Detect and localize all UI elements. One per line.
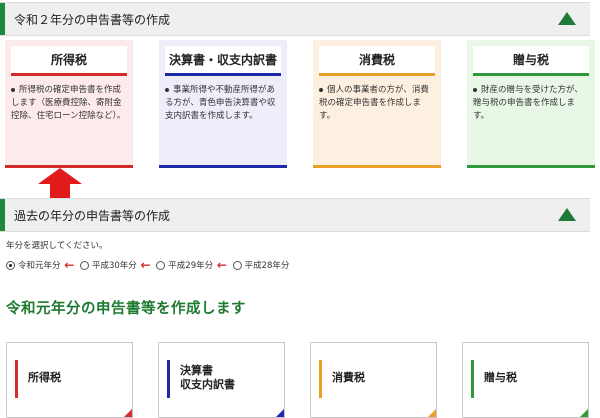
income-tax-form-button[interactable]: 所得税 [6,342,133,418]
gift-card-label: 贈与税 [473,46,589,76]
consumption-tax-form-button[interactable]: 消費税 [310,342,437,418]
current-year-section-title: 令和２年分の申告書等の作成 [14,13,171,27]
left-arrow-icon: ← [140,258,151,272]
year-radio-group: 令和元年分 ← 平成30年分 ← 平成29年分 ← 平成28年分 [6,258,289,272]
up-arrow-icon [38,168,82,198]
gift-tax-form-button[interactable]: 贈与税 [462,342,589,418]
settlement-form-button[interactable]: 決算書 収支内訳書 [158,342,285,418]
color-bar [471,360,474,398]
create-forms-heading: 令和元年分の申告書等を作成します [6,301,246,317]
triangle-up-icon[interactable] [558,208,576,221]
card-bottom-bar [313,165,441,168]
bullet-icon [11,87,15,92]
settlement-form-label: 決算書 収支内訳書 [180,364,235,392]
left-arrow-icon: ← [216,258,227,272]
radio-button-selected[interactable] [6,261,15,270]
radio-option-heisei30[interactable]: 平成30年分 [79,259,137,271]
bullet-icon [165,87,169,92]
income-tax-card[interactable]: 所得税 所得税の確定申告書を作成します（医療費控除、寄附金控除、住宅ローン控除な… [5,40,133,168]
radio-button[interactable] [156,261,166,270]
income-tax-card-label: 所得税 [11,46,127,76]
current-year-section-header: 令和２年分の申告書等の作成 [0,2,590,36]
bullet-icon [473,87,477,92]
settlement-form-label-line1: 決算書 [180,364,213,377]
radio-option-heisei29[interactable]: 平成29年分 [156,259,213,271]
settlement-form-label-line2: 収支内訳書 [180,378,235,391]
color-bar [167,360,170,398]
corner-triangle-icon [124,409,132,417]
radio-button[interactable] [232,261,242,270]
gift-card-text: 財産の贈与を受けた方が、贈与税の申告書を作成します。 [473,85,583,121]
header-accent-bar [0,199,5,231]
radio-label: 平成30年分 [91,261,137,271]
card-bottom-bar [467,165,595,168]
past-year-section-header: 過去の年分の申告書等の作成 [0,198,590,232]
color-bar [15,360,18,398]
header-accent-bar [0,3,5,35]
consumption-card-description: 個人の事業者の方が、消費税の確定申告書を作成します。 [319,84,435,123]
gift-tax-form-label: 贈与税 [484,371,517,384]
settlement-card-description: 事業所得や不動産所得がある方が、青色申告決算書や収支内訳書を作成します。 [165,84,281,123]
triangle-up-icon[interactable] [558,12,576,25]
income-tax-form-label: 所得税 [28,371,61,384]
settlement-card-label: 決算書・収支内訳書 [165,46,281,76]
consumption-card-text: 個人の事業者の方が、消費税の確定申告書を作成します。 [319,85,429,121]
bullet-icon [319,87,323,92]
consumption-tax-card[interactable]: 消費税 個人の事業者の方が、消費税の確定申告書を作成します。 [313,40,441,168]
card-bottom-bar [159,165,287,168]
radio-label: 平成29年分 [168,261,214,271]
settlement-card-text: 事業所得や不動産所得がある方が、青色申告決算書や収支内訳書を作成します。 [165,85,276,121]
income-tax-card-text: 所得税の確定申告書を作成します（医療費控除、寄附金控除、住宅ローン控除など）。 [11,85,126,121]
gift-tax-card[interactable]: 贈与税 財産の贈与を受けた方が、贈与税の申告書を作成します。 [467,40,595,168]
corner-triangle-icon [580,409,588,417]
radio-option-heisei28[interactable]: 平成28年分 [232,259,290,271]
color-bar [319,360,322,398]
corner-triangle-icon [276,409,284,417]
year-select-prompt: 年分を選択してください。 [6,241,108,251]
consumption-tax-form-label: 消費税 [332,371,365,384]
income-tax-card-description: 所得税の確定申告書を作成します（医療費控除、寄附金控除、住宅ローン控除など）。 [11,84,127,123]
consumption-card-label: 消費税 [319,46,435,76]
gift-card-description: 財産の贈与を受けた方が、贈与税の申告書を作成します。 [473,84,589,123]
past-year-section-title: 過去の年分の申告書等の作成 [14,209,171,223]
radio-label: 平成28年分 [244,261,290,271]
radio-button[interactable] [79,261,89,270]
left-arrow-icon: ← [64,258,75,272]
settlement-statement-card[interactable]: 決算書・収支内訳書 事業所得や不動産所得がある方が、青色申告決算書や収支内訳書を… [159,40,287,168]
corner-triangle-icon [428,409,436,417]
radio-option-reiwa1[interactable]: 令和元年分 [6,259,61,271]
radio-label: 令和元年分 [18,261,61,271]
